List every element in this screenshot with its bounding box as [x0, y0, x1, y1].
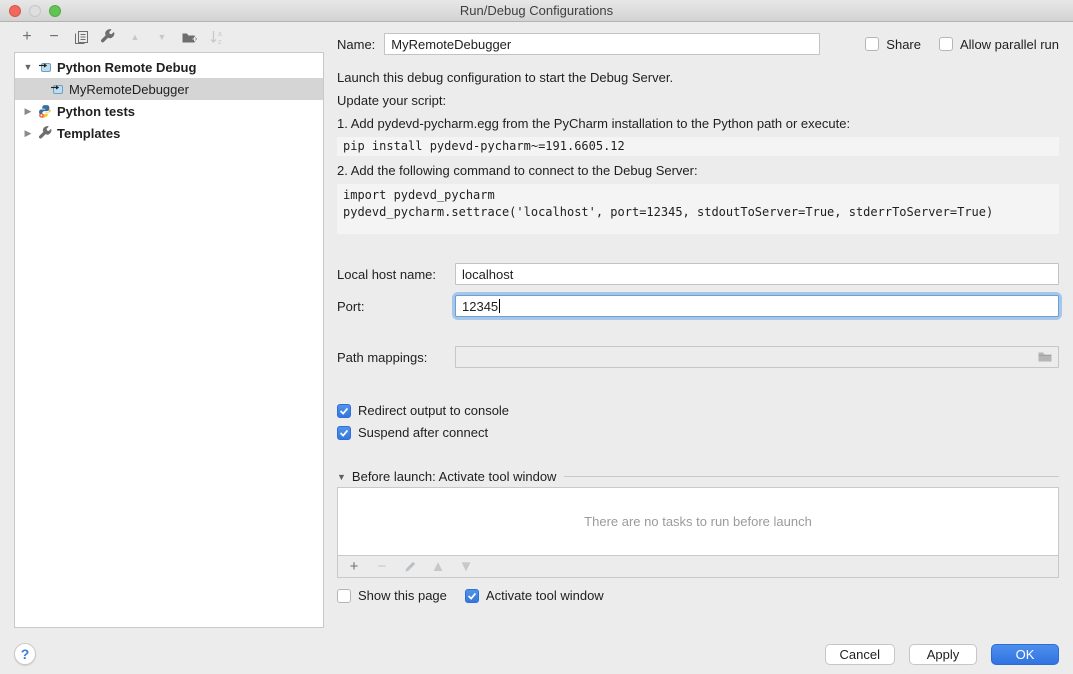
tree-item-myremotedebugger[interactable]: MyRemoteDebugger: [15, 78, 323, 100]
local-host-name-label: Local host name:: [337, 267, 455, 282]
checkbox-checked-icon: [337, 404, 351, 418]
add-configuration-button[interactable]: +: [19, 29, 35, 45]
sort-configurations-button[interactable]: az: [208, 29, 224, 45]
port-input[interactable]: 12345: [455, 295, 1059, 317]
share-checkbox[interactable]: Share: [865, 37, 921, 52]
checkbox-unchecked-icon: [337, 589, 351, 603]
name-input[interactable]: [384, 33, 820, 55]
text-cursor: [499, 299, 500, 313]
step2-text: 2. Add the following command to connect …: [337, 163, 1059, 179]
allow-parallel-run-label: Allow parallel run: [960, 37, 1059, 52]
local-host-name-input[interactable]: [455, 263, 1059, 285]
ok-button[interactable]: OK: [991, 644, 1059, 665]
tree-item-label: Python Remote Debug: [57, 60, 196, 75]
move-task-down-button[interactable]: ▼: [458, 559, 474, 575]
activate-tool-window-label: Activate tool window: [486, 588, 604, 603]
allow-parallel-run-checkbox[interactable]: Allow parallel run: [939, 37, 1059, 52]
activate-tool-window-checkbox[interactable]: Activate tool window: [465, 588, 604, 603]
section-divider: [564, 476, 1059, 477]
section-collapse-arrow-icon[interactable]: ▼: [337, 472, 346, 482]
path-mappings-label: Path mappings:: [337, 350, 455, 365]
move-task-up-button[interactable]: ▲: [430, 559, 446, 575]
templates-wrench-icon: [37, 125, 53, 141]
edit-task-pencil-icon[interactable]: [402, 559, 418, 575]
minimize-window-button[interactable]: [29, 5, 41, 17]
close-window-button[interactable]: [9, 5, 21, 17]
before-launch-title: Before launch: Activate tool window: [352, 469, 557, 484]
title-bar: Run/Debug Configurations: [0, 0, 1073, 22]
before-launch-task-panel: There are no tasks to run before launch …: [337, 487, 1059, 578]
cancel-button[interactable]: Cancel: [825, 644, 895, 665]
move-down-button[interactable]: ▼: [154, 29, 170, 45]
help-button[interactable]: ?: [14, 643, 36, 665]
expanded-arrow-icon[interactable]: ▼: [21, 62, 35, 72]
configurations-tree: ▼ Python Remote Debug MyRemoteDebugger ▶…: [14, 52, 324, 628]
redirect-output-checkbox[interactable]: Redirect output to console: [337, 403, 1059, 418]
launch-instruction-text: Launch this debug configuration to start…: [337, 70, 1059, 86]
share-label: Share: [886, 37, 921, 52]
traffic-lights: [9, 5, 61, 17]
checkbox-checked-icon: [337, 426, 351, 440]
tree-item-templates[interactable]: ▶ Templates: [15, 122, 323, 144]
step1-text: 1. Add pydevd-pycharm.egg from the PyCha…: [337, 116, 1059, 132]
port-label: Port:: [337, 299, 455, 314]
window-title: Run/Debug Configurations: [0, 3, 1073, 18]
configurations-toolbar: + − ▲ ▼ az: [14, 22, 324, 52]
show-this-page-checkbox[interactable]: Show this page: [337, 588, 447, 603]
empty-task-list: There are no tasks to run before launch: [338, 488, 1058, 555]
port-value-text: 12345: [462, 299, 498, 314]
checkbox-unchecked-icon: [865, 37, 879, 51]
suspend-after-connect-label: Suspend after connect: [358, 425, 488, 440]
collapsed-arrow-icon[interactable]: ▶: [21, 128, 35, 139]
remote-debug-config-icon: [37, 59, 53, 75]
update-script-text: Update your script:: [337, 93, 1059, 109]
settrace-code-snippet: import pydevd_pycharm pydevd_pycharm.set…: [337, 184, 1059, 234]
collapsed-arrow-icon[interactable]: ▶: [21, 106, 35, 117]
pip-install-command: pip install pydevd-pycharm~=191.6605.12: [337, 137, 1059, 156]
browse-folder-icon[interactable]: [1037, 350, 1053, 364]
remote-debug-config-icon: [49, 81, 65, 97]
task-list-toolbar: + − ▲ ▼: [338, 555, 1058, 577]
svg-text:a: a: [218, 31, 222, 38]
new-folder-button[interactable]: [181, 29, 197, 45]
name-label: Name:: [337, 37, 375, 52]
copy-configuration-icon[interactable]: [73, 29, 89, 45]
add-task-button[interactable]: +: [346, 559, 362, 575]
zoom-window-button[interactable]: [49, 5, 61, 17]
remove-configuration-button[interactable]: −: [46, 29, 62, 45]
checkbox-unchecked-icon: [939, 37, 953, 51]
move-up-button[interactable]: ▲: [127, 29, 143, 45]
checkbox-checked-icon: [465, 589, 479, 603]
svg-text:z: z: [218, 39, 222, 45]
path-mappings-input[interactable]: [455, 346, 1059, 368]
suspend-after-connect-checkbox[interactable]: Suspend after connect: [337, 425, 1059, 440]
remove-task-button[interactable]: −: [374, 559, 390, 575]
tree-item-label: Python tests: [57, 104, 135, 119]
tree-item-python-tests[interactable]: ▶ Python tests: [15, 100, 323, 122]
python-tests-icon: [37, 103, 53, 119]
dialog-footer: ? Cancel Apply OK: [0, 634, 1073, 674]
configurations-sidebar: + − ▲ ▼ az ▼ Python Remote D: [0, 22, 324, 634]
before-launch-section-header[interactable]: ▼ Before launch: Activate tool window: [337, 469, 1059, 484]
show-this-page-label: Show this page: [358, 588, 447, 603]
redirect-output-label: Redirect output to console: [358, 403, 509, 418]
edit-templates-wrench-icon[interactable]: [100, 29, 116, 45]
apply-button[interactable]: Apply: [909, 644, 977, 665]
tree-item-label: MyRemoteDebugger: [69, 82, 189, 97]
configuration-form: Name: Share Allow parallel run Launch th…: [324, 22, 1073, 634]
tree-item-label: Templates: [57, 126, 120, 141]
tree-item-python-remote-debug[interactable]: ▼ Python Remote Debug: [15, 56, 323, 78]
